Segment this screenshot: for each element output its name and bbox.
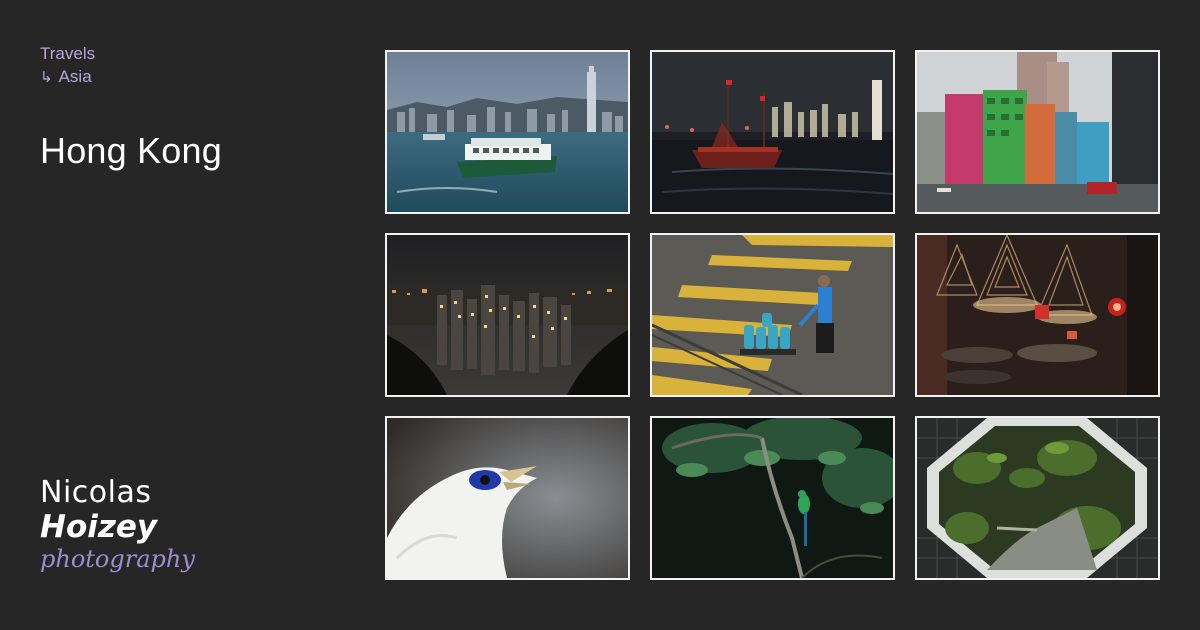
page-title: Hong Kong [40, 130, 222, 171]
photo-gallery [385, 50, 1160, 580]
logo-first-name: Nicolas [40, 475, 152, 510]
star-ferry-harbour-image [387, 52, 628, 212]
photo-thumbnail[interactable] [915, 416, 1160, 580]
photo-thumbnail[interactable] [650, 233, 895, 397]
photo-thumbnail[interactable] [385, 233, 630, 397]
photo-thumbnail[interactable] [650, 50, 895, 214]
breadcrumb: Travels ↳ Asia [40, 42, 95, 89]
photo-thumbnail[interactable] [385, 416, 630, 580]
green-bird-foliage-image [652, 418, 893, 578]
breadcrumb-asia-link[interactable]: ↳ Asia [40, 65, 95, 89]
breadcrumb-asia-label: Asia [58, 67, 92, 86]
subdirectory-arrow-icon: ↳ [40, 68, 53, 86]
junk-boat-night-image [652, 52, 893, 212]
white-bird-image [387, 418, 628, 578]
logo-tagline: photography [40, 545, 195, 573]
gas-cylinder-worker-image [652, 235, 893, 395]
photo-thumbnail[interactable] [385, 50, 630, 214]
colorful-buildings-image [917, 52, 1158, 212]
photo-thumbnail[interactable] [650, 416, 895, 580]
site-logo[interactable]: Nicolas Hoizey photography [40, 475, 195, 573]
octagonal-gate-image [917, 418, 1158, 578]
incense-coils-image [917, 235, 1158, 395]
breadcrumb-travels-link[interactable]: Travels [40, 42, 95, 65]
photo-thumbnail[interactable] [915, 233, 1160, 397]
logo-last-name: Hoizey [40, 509, 158, 545]
city-night-view-image [387, 235, 628, 395]
photo-thumbnail[interactable] [915, 50, 1160, 214]
